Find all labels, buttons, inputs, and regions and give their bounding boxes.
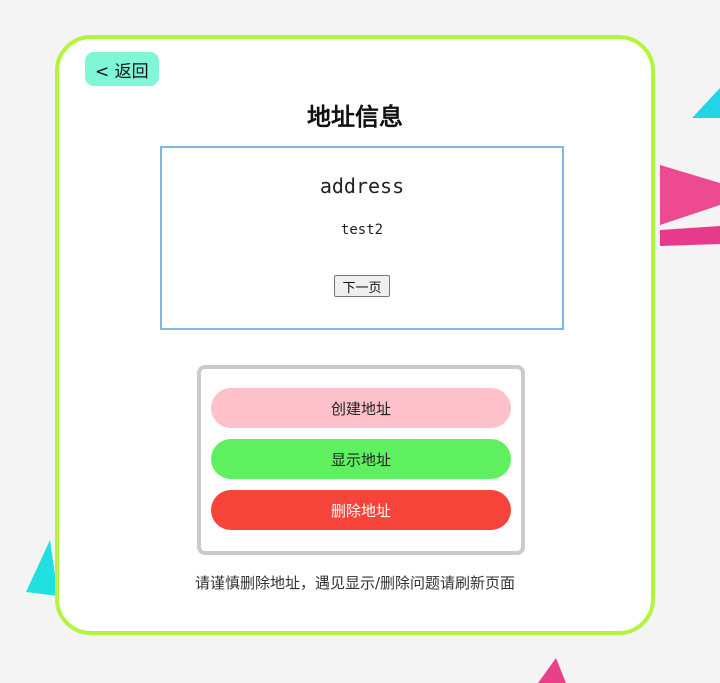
address-info-box: address test2 下一页 [160,146,564,330]
address-value: test2 [340,222,384,238]
address-card: < 返回 地址信息 address test2 下一页 创建地址 显示地址 删除… [55,35,655,635]
action-panel: 创建地址 显示地址 删除地址 [197,365,525,555]
show-address-button[interactable]: 显示地址 [211,439,511,479]
cyan-triangle-left [26,540,58,596]
cyan-triangle-top-right [692,88,720,118]
pink-triangle-bottom [538,658,566,683]
pink-shard-right [660,226,720,246]
pink-triangle-right [660,165,720,225]
delete-address-button[interactable]: 删除地址 [211,490,511,530]
back-button[interactable]: < 返回 [85,52,159,86]
create-address-button[interactable]: 创建地址 [211,388,511,428]
next-page-button[interactable]: 下一页 [334,275,390,297]
page-title: 地址信息 [307,103,403,131]
address-label: address [319,174,405,198]
warning-note: 请谨慎删除地址，遇见显示/删除问题请刷新页面 [194,574,516,592]
